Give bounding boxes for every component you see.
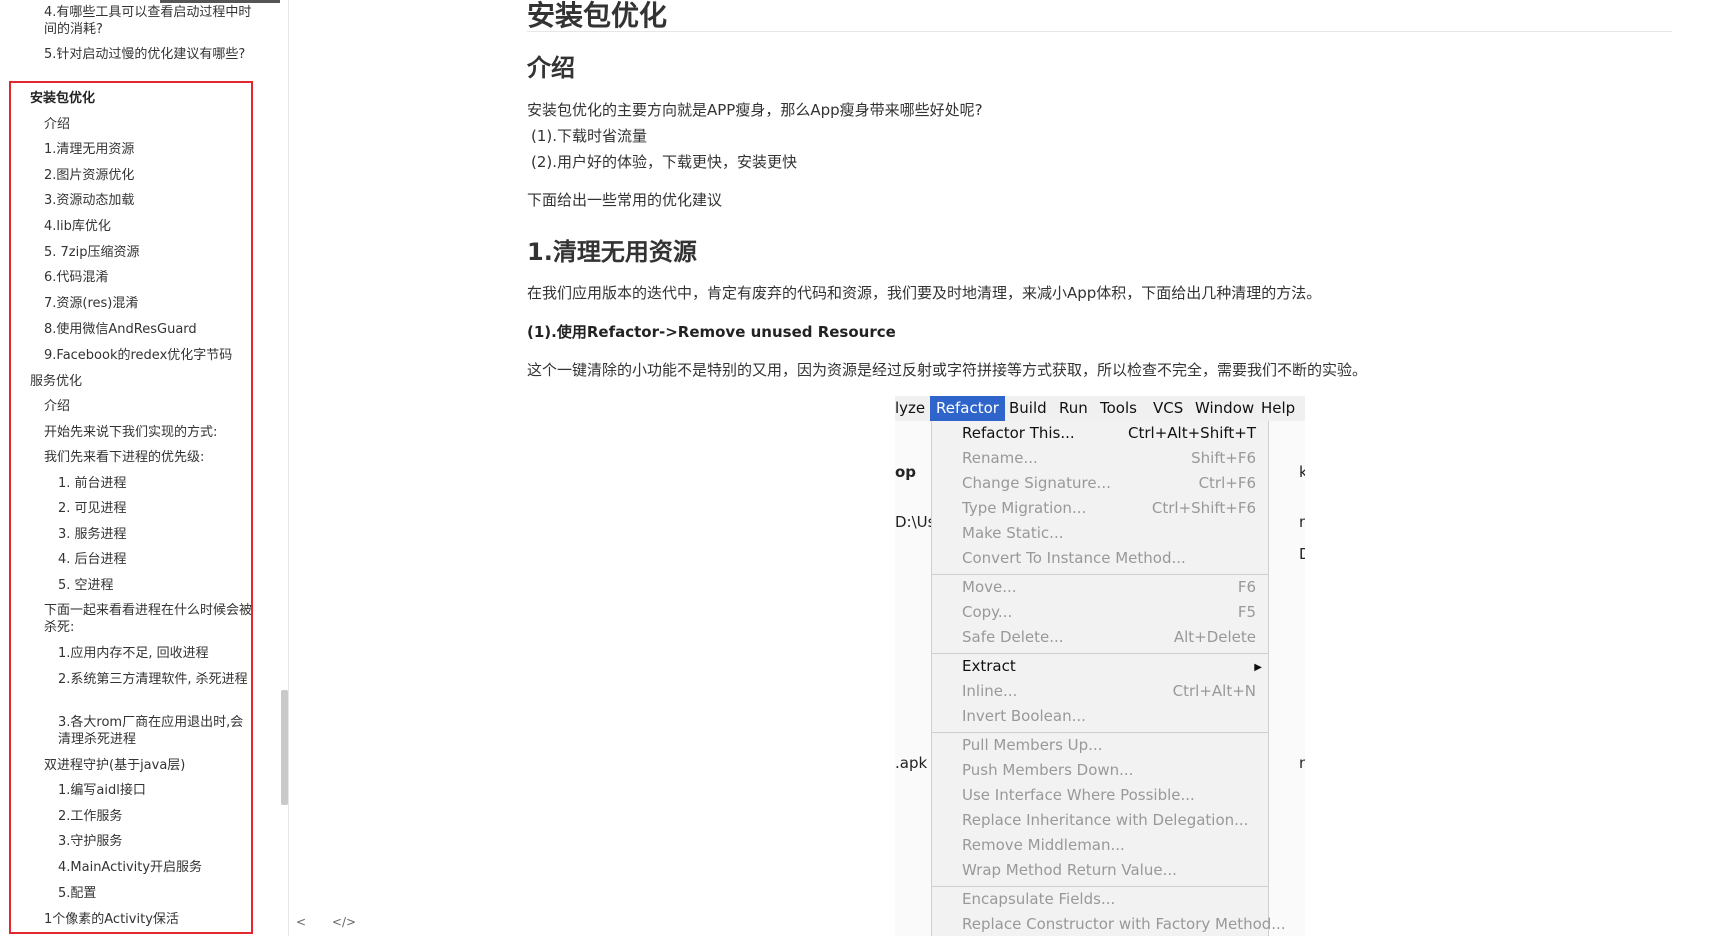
footer-toolbar: < </>: [296, 915, 378, 929]
submenu-arrow-icon: ▶: [1254, 662, 1262, 673]
collapse-icon[interactable]: <: [296, 915, 306, 929]
intro-heading: 介绍: [527, 54, 575, 82]
menu-item-convert-to-instance[interactable]: Convert To Instance Method...: [962, 549, 1186, 567]
intro-line: (1).下载时省流量: [531, 127, 648, 145]
menu-item-change-signature[interactable]: Change Signature...: [962, 474, 1111, 492]
ide-fragment: D: [1299, 545, 1305, 563]
ide-fragment: n: [1299, 754, 1305, 772]
menu-item-use-interface[interactable]: Use Interface Where Possible...: [962, 786, 1195, 804]
shortcut: F5: [1237, 603, 1256, 621]
shortcut: Ctrl+Shift+F6: [1151, 499, 1256, 517]
menu-separator: [932, 732, 1268, 733]
menu-item-make-static[interactable]: Make Static...: [962, 524, 1063, 542]
shortcut: Ctrl+Alt+N: [1172, 682, 1256, 700]
menu-item-wrap-method[interactable]: Wrap Method Return Value...: [962, 861, 1177, 879]
shortcut: Alt+Delete: [1173, 628, 1256, 646]
ide-fragment: op: [895, 463, 917, 481]
menu-build[interactable]: Build: [1009, 399, 1047, 417]
section1-subheading: (1).使用Refactor->Remove unused Resource: [527, 323, 896, 341]
ide-left-panel: op D:\Us .apk: [895, 421, 935, 936]
menu-help[interactable]: Help: [1261, 399, 1295, 417]
sidebar-top-indicator: [160, 0, 280, 3]
sidebar-scrollbar[interactable]: [281, 690, 288, 805]
menu-tools[interactable]: Tools: [1100, 399, 1137, 417]
menu-item-type-migration[interactable]: Type Migration...: [962, 499, 1086, 517]
shortcut: Ctrl+Alt+Shift+T: [1128, 424, 1256, 442]
menu-item-replace-constructor[interactable]: Replace Constructor with Factory Method.…: [962, 915, 1286, 933]
toc-item[interactable]: 5.针对启动过慢的优化建议有哪些?: [44, 46, 260, 63]
menu-item-move[interactable]: Move...: [962, 578, 1017, 596]
title-divider: [527, 31, 1672, 32]
section1-heading: 1.清理无用资源: [527, 238, 697, 266]
ide-fragment: D:\Us: [895, 513, 936, 531]
menu-analyze[interactable]: lyze: [895, 399, 925, 417]
menu-separator: [932, 886, 1268, 887]
ide-fragment: .apk: [895, 754, 928, 772]
intro-line: (2).用户好的体验，下载更快，安装更快: [531, 153, 798, 171]
menu-item-copy[interactable]: Copy...: [962, 603, 1012, 621]
menu-item-invert-boolean[interactable]: Invert Boolean...: [962, 707, 1086, 725]
menu-item-extract[interactable]: Extract: [962, 657, 1016, 675]
menu-item-remove-middleman[interactable]: Remove Middleman...: [962, 836, 1125, 854]
page-title: 安装包优化: [527, 0, 668, 32]
shortcut: Shift+F6: [1191, 449, 1256, 467]
menu-item-encapsulate-fields[interactable]: Encapsulate Fields...: [962, 890, 1115, 908]
menu-separator: [932, 653, 1268, 654]
menu-separator: [932, 574, 1268, 575]
menu-item-safe-delete[interactable]: Safe Delete...: [962, 628, 1064, 646]
menu-item-refactor-this[interactable]: Refactor This...: [962, 424, 1075, 442]
menu-vcs[interactable]: VCS: [1153, 399, 1183, 417]
menu-item-pull-members-up[interactable]: Pull Members Up...: [962, 736, 1102, 754]
menu-item-rename[interactable]: Rename...: [962, 449, 1038, 467]
refactor-dropdown-menu: Refactor This... Ctrl+Alt+Shift+T Rename…: [931, 421, 1286, 936]
shortcut: Ctrl+F6: [1198, 474, 1256, 492]
ide-menubar: lyze Refactor Build Run Tools VCS Window…: [895, 396, 1305, 422]
ide-fragment: n: [1299, 513, 1305, 531]
source-code-icon[interactable]: </>: [332, 915, 356, 929]
menu-item-inline[interactable]: Inline...: [962, 682, 1017, 700]
intro-line: 下面给出一些常用的优化建议: [527, 191, 723, 209]
toc-highlight-box: [9, 81, 253, 934]
menu-item-push-members-down[interactable]: Push Members Down...: [962, 761, 1133, 779]
section1-paragraph-2: 这个一键清除的小功能不是特别的又用，因为资源是经过反射或字符拼接等方式获取，所以…: [527, 361, 1368, 379]
menu-refactor[interactable]: Refactor: [930, 396, 1005, 421]
toc-item[interactable]: 4.有哪些工具可以查看启动过程中时间的消耗?: [44, 4, 260, 38]
ide-right-panel: k n D n: [1267, 421, 1305, 936]
section1-paragraph: 在我们应用版本的迭代中，肯定有废弃的代码和资源，我们要及时地清理，来减小App体…: [527, 284, 1322, 302]
toc-sidebar: 4.有哪些工具可以查看启动过程中时间的消耗? 5.针对启动过慢的优化建议有哪些?…: [0, 0, 289, 936]
menu-run[interactable]: Run: [1059, 399, 1088, 417]
intro-line: 安装包优化的主要方向就是APP瘦身，那么App瘦身带来哪些好处呢?: [527, 101, 983, 119]
menu-item-replace-inheritance[interactable]: Replace Inheritance with Delegation...: [962, 811, 1248, 829]
menu-window[interactable]: Window: [1195, 399, 1254, 417]
ide-fragment: k: [1299, 463, 1305, 481]
shortcut: F6: [1237, 578, 1256, 596]
ide-refactor-menu-screenshot: lyze Refactor Build Run Tools VCS Window…: [895, 396, 1305, 936]
